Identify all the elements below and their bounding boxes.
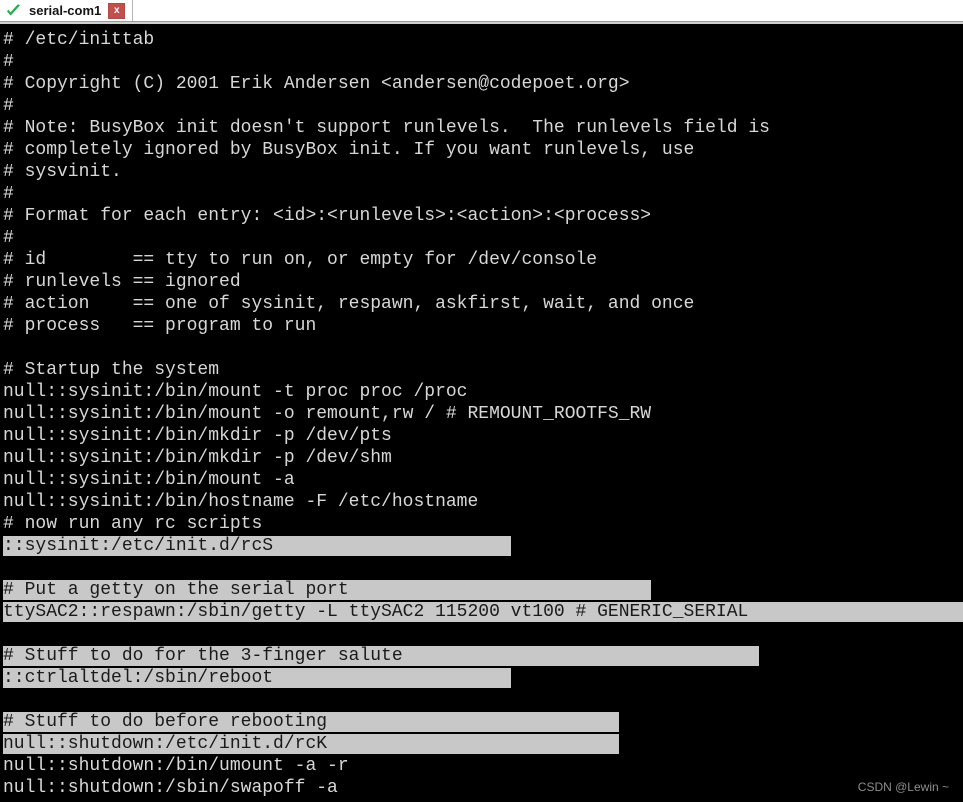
terminal-line-text: # Format for each entry: <id>:<runlevels… <box>3 206 652 226</box>
terminal-line: # <box>3 95 963 117</box>
terminal-line-text: null::shutdown:/bin/umount -a -r <box>3 756 349 776</box>
terminal-line: # Stuff to do before rebooting <box>3 711 963 733</box>
tab-serial-com1[interactable]: serial-com1 x <box>0 0 134 21</box>
terminal-line-text: null::shutdown:/sbin/swapoff -a <box>3 778 338 798</box>
terminal-line: ::ctrlaltdel:/sbin/reboot <box>3 667 963 689</box>
close-icon[interactable]: x <box>108 2 126 19</box>
terminal-line-text: null::sysinit:/bin/mkdir -p /dev/pts <box>3 426 392 446</box>
terminal-line-text: ::ctrlaltdel:/sbin/reboot <box>3 668 511 688</box>
terminal-line-text: # Put a getty on the serial port <box>3 580 652 600</box>
terminal-line: # <box>3 183 963 205</box>
terminal-line: null::sysinit:/bin/hostname -F /etc/host… <box>3 491 963 513</box>
terminal-line: null::sysinit:/bin/mount -a <box>3 469 963 491</box>
terminal-line-text: # sysvinit. <box>3 162 122 182</box>
terminal-line-text: # <box>3 228 14 248</box>
terminal-line-text: null::sysinit:/bin/mkdir -p /dev/shm <box>3 448 392 468</box>
terminal-line-text: # Note: BusyBox init doesn't support run… <box>3 118 770 138</box>
terminal-line: # Copyright (C) 2001 Erik Andersen <ande… <box>3 73 963 95</box>
terminal-line: # Format for each entry: <id>:<runlevels… <box>3 205 963 227</box>
terminal-line: ::sysinit:/etc/init.d/rcS <box>3 535 963 557</box>
green-check-icon <box>5 3 22 19</box>
terminal-line: null::shutdown:/bin/umount -a -r <box>3 755 963 777</box>
terminal-line-text: ttySAC2::respawn:/sbin/getty -L ttySAC2 … <box>3 602 963 622</box>
terminal-text-area[interactable]: # /etc/inittab # # Copyright (C) 2001 Erik… <box>0 26 963 801</box>
terminal-line-text: # Startup the system <box>3 360 220 380</box>
terminal-line-text: # <box>3 184 14 204</box>
terminal-line: null::sysinit:/bin/mkdir -p /dev/pts <box>3 425 963 447</box>
terminal-line-text: # action == one of sysinit, respawn, ask… <box>3 294 695 314</box>
terminal-line-text: null::sysinit:/bin/mount -a <box>3 470 295 490</box>
terminal-line: # Startup the system <box>3 359 963 381</box>
terminal-line-text: # /etc/inittab <box>3 30 155 50</box>
terminal-line: null::sysinit:/bin/mount -o remount,rw /… <box>3 403 963 425</box>
terminal-line: # Put a getty on the serial port <box>3 579 963 601</box>
terminal-line-text: # <box>3 52 14 72</box>
terminal-line: null::shutdown:/etc/init.d/rcK <box>3 733 963 755</box>
terminal-line: null::shutdown:/sbin/swapoff -a <box>3 777 963 799</box>
terminal-line-text: null::shutdown:/etc/init.d/rcK <box>3 734 619 754</box>
tab-label: serial-com1 <box>29 3 102 18</box>
terminal-line-text: # Stuff to do before rebooting <box>3 712 619 732</box>
terminal-line: # /etc/inittab <box>3 29 963 51</box>
watermark: CSDN @Lewin ~ <box>857 780 949 794</box>
tab-bar: serial-com1 x <box>0 0 963 22</box>
terminal-line-text: # <box>3 96 14 116</box>
terminal-line: # Stuff to do for the 3-finger salute <box>3 645 963 667</box>
terminal-line: # now run any rc scripts <box>3 513 963 535</box>
terminal-line: # runlevels == ignored <box>3 271 963 293</box>
terminal-line: null::sysinit:/bin/mkdir -p /dev/shm <box>3 447 963 469</box>
terminal-line: # action == one of sysinit, respawn, ask… <box>3 293 963 315</box>
terminal-line-text: null::sysinit:/bin/mount -o remount,rw /… <box>3 404 652 424</box>
terminal-line-text: # Copyright (C) 2001 Erik Andersen <ande… <box>3 74 630 94</box>
terminal-line-text: ::sysinit:/etc/init.d/rcS <box>3 536 511 556</box>
terminal-line: # <box>3 51 963 73</box>
terminal-line-text: # now run any rc scripts <box>3 514 263 534</box>
terminal-line-text: null::sysinit:/bin/mount -t proc proc /p… <box>3 382 468 402</box>
terminal-line: # Note: BusyBox init doesn't support run… <box>3 117 963 139</box>
terminal-line: # id == tty to run on, or empty for /dev… <box>3 249 963 271</box>
terminal-line-text: # completely ignored by BusyBox init. If… <box>3 140 695 160</box>
terminal-line-text: # runlevels == ignored <box>3 272 241 292</box>
terminal-line-text: null::sysinit:/bin/hostname -F /etc/host… <box>3 492 479 512</box>
terminal-line: # completely ignored by BusyBox init. If… <box>3 139 963 161</box>
terminal-line-text: # Stuff to do for the 3-finger salute <box>3 646 760 666</box>
terminal-window: serial-com1 x # /etc/inittab # # Copyright… <box>0 0 963 802</box>
terminal-line-text: # id == tty to run on, or empty for /dev… <box>3 250 598 270</box>
tab-bar-empty-area <box>133 0 963 21</box>
terminal-line: # <box>3 227 963 249</box>
terminal-line: # process == program to run <box>3 315 963 337</box>
terminal-line: null::sysinit:/bin/mount -t proc proc /p… <box>3 381 963 403</box>
terminal-line: # sysvinit. <box>3 161 963 183</box>
terminal-line-text: # process == program to run <box>3 316 317 336</box>
terminal-viewport[interactable]: # /etc/inittab # # Copyright (C) 2001 Erik… <box>0 22 963 801</box>
terminal-line: ttySAC2::respawn:/sbin/getty -L ttySAC2 … <box>3 601 963 623</box>
